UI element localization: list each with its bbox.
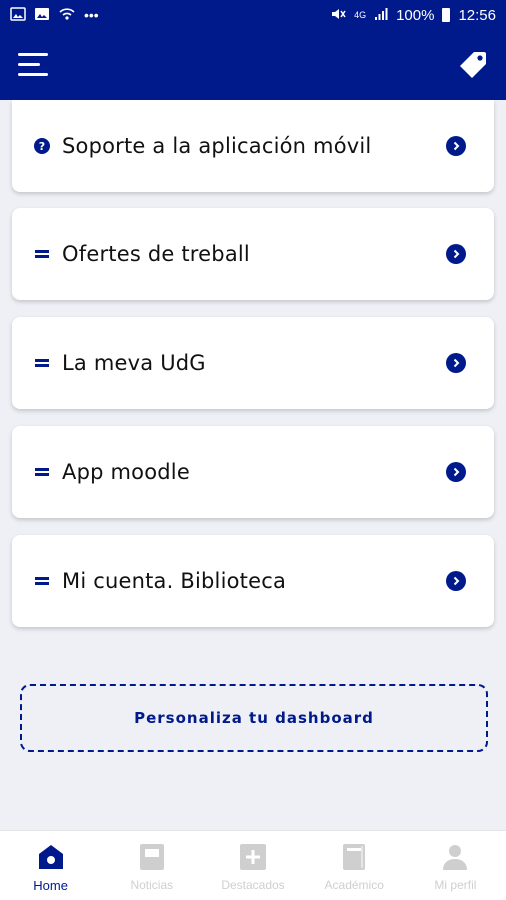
chevron-right-icon (446, 244, 466, 264)
card-la-meva-udg[interactable]: La meva UdG (12, 317, 494, 409)
card-label: Mi cuenta. Biblioteca (62, 569, 287, 593)
chevron-right-icon (446, 353, 466, 373)
dashboard-content: ? Soporte a la aplicación móvil Ofertes … (0, 100, 506, 830)
bottom-nav: Home Noticias Destacados Académico Mi pe… (0, 830, 506, 900)
status-bar: ••• 4G 100% 12:56 (0, 0, 506, 30)
nav-label: Mi perfil (434, 878, 477, 892)
card-soporte[interactable]: ? Soporte a la aplicación móvil (12, 100, 494, 192)
battery-percent: 100% (396, 6, 435, 24)
card-label: Ofertes de treball (62, 242, 250, 266)
signal-icon (374, 7, 388, 23)
app-bar (0, 30, 506, 100)
chevron-right-icon (446, 136, 466, 156)
chevron-right-icon (446, 462, 466, 482)
nav-label: Noticias (130, 878, 174, 892)
status-left: ••• (10, 7, 99, 23)
question-circle-icon: ? (34, 138, 50, 154)
tag-icon[interactable] (456, 48, 490, 82)
chevron-right-icon (446, 571, 466, 591)
nav-noticias[interactable]: Noticias (101, 831, 202, 900)
bars-icon (34, 464, 50, 480)
status-right: 4G 100% 12:56 (330, 7, 496, 24)
bars-icon (34, 246, 50, 262)
card-mi-cuenta-biblioteca[interactable]: Mi cuenta. Biblioteca (12, 535, 494, 627)
nav-label: Destacados (221, 878, 285, 892)
customize-dashboard-button[interactable]: Personaliza tu dashboard (20, 684, 488, 752)
clock: 12:56 (458, 6, 496, 24)
plus-square-icon (238, 842, 268, 872)
wifi-call-icon (58, 7, 76, 23)
nav-label: Home (33, 878, 68, 893)
battery-icon (442, 8, 451, 22)
menu-icon[interactable] (18, 50, 50, 80)
user-icon (440, 842, 470, 872)
mute-icon (330, 7, 346, 23)
nav-mi-perfil[interactable]: Mi perfil (405, 831, 506, 900)
card-label: La meva UdG (62, 351, 206, 375)
card-label: Soporte a la aplicación móvil (62, 134, 372, 158)
book-icon (339, 842, 369, 872)
card-app-moodle[interactable]: App moodle (12, 426, 494, 518)
image-icon (34, 7, 50, 23)
nav-home[interactable]: Home (0, 831, 101, 900)
news-icon (137, 842, 167, 872)
overflow-dots-icon: ••• (84, 7, 99, 23)
network-type-label: 4G (354, 9, 367, 20)
nav-destacados[interactable]: Destacados (202, 831, 303, 900)
bars-icon (34, 355, 50, 371)
bars-icon (34, 573, 50, 589)
home-icon (36, 842, 66, 872)
card-label: App moodle (62, 460, 190, 484)
nav-label: Académico (324, 878, 384, 892)
gallery-icon (10, 7, 26, 23)
card-ofertes-treball[interactable]: Ofertes de treball (12, 208, 494, 300)
nav-academico[interactable]: Académico (304, 831, 405, 900)
